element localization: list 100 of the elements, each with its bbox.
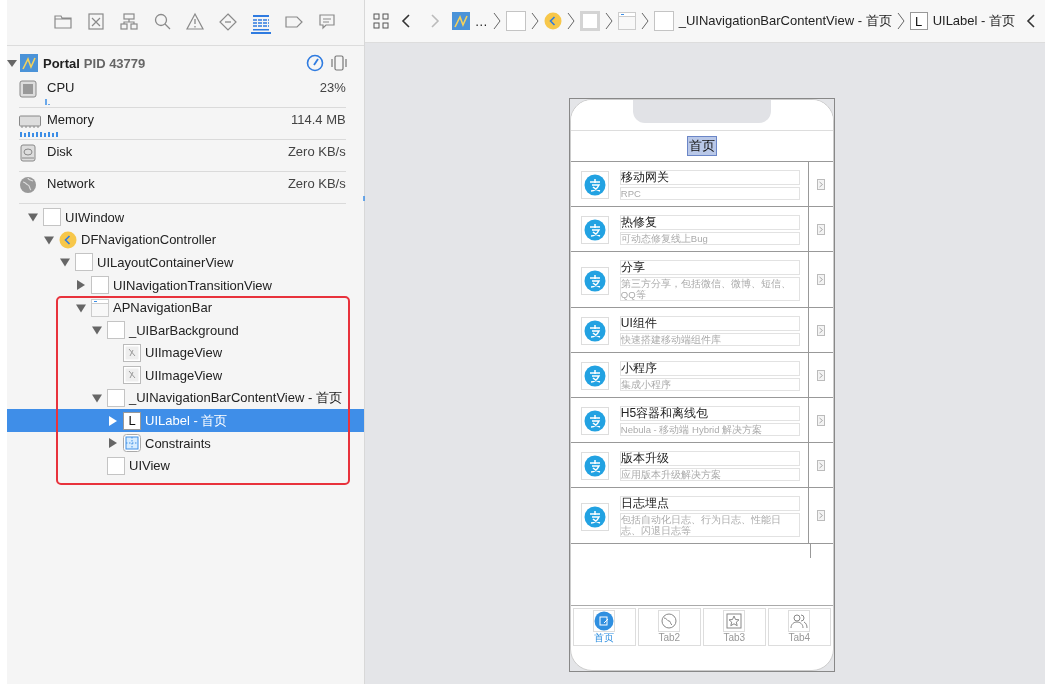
disclosure-triangle-icon[interactable] [76,280,86,291]
gauge-label: Disk [47,144,73,160]
logo-icon [583,320,606,342]
list-row[interactable]: 移动网关 RPC [570,162,833,207]
list-row[interactable]: 热修复 可动态修复线上Bug [570,207,833,252]
navigation-title: 首页 [687,137,716,155]
back-chevron-icon[interactable] [1025,13,1037,29]
chevron-icon [816,510,825,521]
tree-row[interactable]: APNavigationBar [7,296,364,319]
search-icon[interactable] [152,12,173,32]
chevron-icon [816,324,825,336]
app-icon [20,54,38,72]
chevron-icon [896,12,905,30]
node-label: UIImageView [145,367,223,383]
list-row[interactable]: 小程序 集成小程序 [570,353,833,398]
speech-bubble-icon[interactable] [317,12,338,32]
node-label: Constraints [145,435,211,451]
view-icon [107,456,125,475]
item-title: 移动网关 [619,170,800,185]
tree-row[interactable]: UILayoutContainerView [7,251,364,274]
disclosure-triangle-icon[interactable] [108,415,118,426]
list-row[interactable]: UI组件 快速搭建移动端组件库 [570,308,833,353]
item-title: UI组件 [619,316,800,331]
image-view-icon [123,343,141,362]
label-icon[interactable]: L [909,12,928,30]
tab[interactable]: 首页 [572,608,636,646]
tree-row[interactable]: L UILabel - 首页 [7,409,364,432]
chevron-icon [816,414,825,426]
node-label: UILabel - 首页 [145,411,228,430]
breadcrumb-item[interactable]: _UINavigationBarContentView - 首页 [678,12,892,30]
gauge-label: Network [47,176,95,192]
memory-icon [19,112,41,130]
chevron-icon [640,12,649,30]
chevron-icon [530,12,539,30]
tree-row[interactable]: UIImageView [7,341,364,365]
disclosure-triangle-icon[interactable] [92,325,102,336]
constraints-icon [123,434,141,453]
disclosure-triangle-icon[interactable] [44,234,54,245]
disclosure-triangle-icon[interactable] [60,257,70,268]
tree-row[interactable]: _UINavigationBarContentView - 首页 [7,386,364,410]
app-icon[interactable] [451,12,470,30]
grid-icon[interactable] [372,13,389,29]
list-row[interactable]: H5容器和离线包 Nebula - 移动端 Hybrid 解决方案 [570,398,833,443]
label-icon: L [123,411,141,430]
list-icon[interactable] [251,12,272,34]
gauge-icon[interactable] [305,54,324,72]
node-label: UIView [129,458,170,474]
breadcrumb-item[interactable]: UILabel - 首页 [932,12,1015,30]
tree-row[interactable]: UIWindow [7,206,364,229]
list-row[interactable]: 分享 第三方分享，包括微信、微博、短信、QQ等 [570,252,833,308]
logo-icon [583,505,606,528]
tree-row[interactable]: UINavigationTransitionView [7,273,364,297]
folder-icon[interactable] [53,12,74,32]
item-subtitle: 集成小程序 [619,378,800,391]
item-title: 热修复 [619,215,800,230]
logo-icon [583,174,606,196]
gauge-label: Memory [47,112,94,128]
view-icon[interactable] [653,11,674,31]
logo-icon [583,269,606,292]
back-chevron-icon[interactable] [399,13,412,29]
view-icon[interactable] [505,11,526,31]
tree-row[interactable]: _UIBarBackground [7,318,364,342]
item-subtitle: 可动态修复线上Bug [619,232,800,245]
view-icon [107,321,125,340]
tree-row[interactable]: DFNavigationController [7,228,364,252]
node-label: UIImageView [145,345,223,361]
chevron-icon [816,274,825,285]
node-label: _UIBarBackground [129,322,239,338]
image-view-icon [123,366,141,385]
item-title: 日志埋点 [619,496,800,511]
globe-icon [659,611,680,631]
device-icon[interactable] [329,54,348,72]
breadcrumb-item[interactable]: … [474,13,488,29]
gauge-value: Zero KB/s [287,144,346,160]
item-title: H5容器和离线包 [619,406,800,421]
disclosure-triangle-icon[interactable] [76,302,86,313]
disclosure-triangle-icon[interactable] [28,212,38,223]
list-row[interactable]: 日志埋点 包括自动化日志、行为日志、性能日志、闪退日志等 [570,488,833,544]
tree-row[interactable]: Constraints [7,431,364,455]
warning-icon[interactable] [185,12,206,32]
gauge-value: Zero KB/s [287,176,346,192]
disclosure-triangle-icon[interactable] [92,393,102,404]
back-circle-icon[interactable] [543,12,562,30]
node-label: _UINavigationBarContentView - 首页 [129,389,342,408]
node-label: APNavigationBar [113,300,212,316]
tree-row[interactable]: UIImageView [7,364,364,387]
chevron-icon [604,12,613,30]
disclosure-triangle-icon[interactable] [108,438,118,449]
view-icon [43,208,61,227]
diamond-icon[interactable] [218,12,239,32]
node-label: DFNavigationController [81,232,217,248]
usage-graph [45,99,50,106]
tree-row[interactable]: UIView [7,454,364,478]
chevron-icon [566,12,575,30]
list-row[interactable]: 版本升级 应用版本升级解决方案 [570,443,833,488]
item-subtitle: RPC [619,187,800,200]
hierarchy-icon[interactable] [119,12,140,32]
disclosure-triangle-icon[interactable] [7,58,17,68]
view-icon [107,389,125,408]
square-x-icon[interactable] [86,12,107,32]
